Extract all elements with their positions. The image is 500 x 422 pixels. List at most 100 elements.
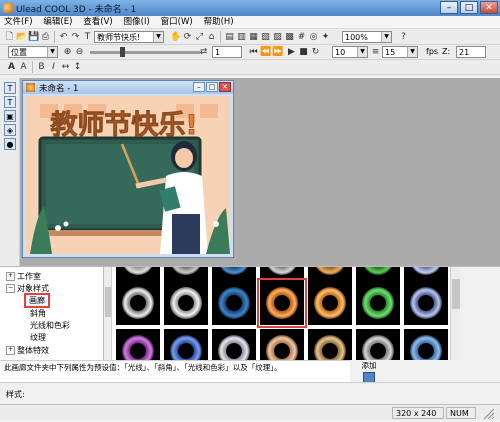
tree-node-global-effects[interactable]: + 整体特效 (6, 345, 49, 356)
grid-icon[interactable]: # (296, 32, 307, 43)
timeline-thumb[interactable] (120, 47, 125, 57)
align-right-icon[interactable]: ▩ (284, 32, 295, 43)
help-pointer-icon[interactable]: ? (398, 32, 409, 43)
gallery-thumb[interactable] (404, 267, 448, 281)
insert-object-icon[interactable]: ◈ (4, 124, 16, 136)
italic-icon[interactable]: I (48, 62, 59, 73)
gallery-thumb[interactable] (308, 329, 352, 360)
document-titlebar[interactable]: 未命名 - 1 – □ ✕ (23, 81, 233, 94)
menu-edit[interactable]: 编辑(E) (39, 16, 76, 29)
add-key-icon[interactable]: ⊕ (62, 47, 73, 58)
print-icon[interactable]: ⎙ (40, 32, 51, 43)
edit-text-icon[interactable]: T (4, 96, 16, 108)
gallery-thumb-selected[interactable] (257, 278, 307, 328)
timeline-slider[interactable] (90, 51, 200, 54)
reverse-icon[interactable]: ⇄ (198, 47, 209, 58)
gallery-thumb[interactable] (116, 281, 160, 325)
hand-tool-icon[interactable]: ✋ (170, 32, 181, 43)
menu-help[interactable]: 帮助(H) (200, 16, 238, 29)
gallery-thumb[interactable] (260, 329, 304, 360)
gallery-thumb[interactable] (308, 267, 352, 281)
next-frame-icon[interactable]: ⏩ (272, 47, 283, 58)
resize-tool-icon[interactable]: ⤢ (194, 32, 205, 43)
loop-icon[interactable]: ↻ (310, 47, 321, 58)
globe-icon[interactable]: ◎ (308, 32, 319, 43)
gallery-thumb[interactable] (356, 329, 400, 360)
doc-close-button[interactable]: ✕ (219, 82, 231, 92)
add-button[interactable]: 添加 (358, 360, 380, 383)
tree-expander[interactable]: + (6, 346, 15, 355)
tree-scrollbar[interactable] (104, 267, 112, 360)
align-center-icon[interactable]: ▨ (272, 32, 283, 43)
menu-view[interactable]: 查看(V) (79, 16, 116, 29)
fps-combo[interactable]: 15 ▼ (382, 46, 418, 58)
stop-icon[interactable]: ■ (298, 47, 309, 58)
gallery-thumb[interactable] (356, 267, 400, 281)
text-tool-icon[interactable]: T (82, 32, 93, 43)
tree-node-studio[interactable]: + 工作室 (6, 271, 41, 282)
align-top-icon[interactable]: ▤ (224, 32, 235, 43)
align-middle-icon[interactable]: ▥ (236, 32, 247, 43)
frame-field[interactable]: 1 (212, 46, 242, 58)
gallery-thumb[interactable] (212, 267, 256, 281)
align-left-icon[interactable]: ▧ (260, 32, 271, 43)
text-object-combo[interactable]: 教师节快乐! ▼ (94, 31, 164, 43)
rotate-tool-icon[interactable]: ⟳ (182, 32, 193, 43)
gallery-thumb[interactable] (404, 329, 448, 360)
insert-geometry-icon[interactable]: ● (4, 138, 16, 150)
document-window[interactable]: 未命名 - 1 – □ ✕ 教师节快乐! (22, 80, 234, 258)
spacing-icon[interactable]: ↔ (60, 62, 71, 73)
gallery-thumb[interactable] (308, 281, 352, 325)
menu-window[interactable]: 窗口(W) (157, 16, 197, 29)
tree-node-bevel[interactable]: 斜角 (30, 308, 46, 319)
bold-icon[interactable]: B (36, 62, 47, 73)
save-icon[interactable]: 💾 (28, 32, 39, 43)
tree-node-light-color[interactable]: 光线和色彩 (30, 320, 70, 331)
gallery-scrollbar[interactable] (450, 267, 460, 360)
text-bold-icon[interactable]: A (6, 62, 17, 73)
z-field[interactable]: 21 (456, 46, 486, 58)
menu-image[interactable]: 图像(I) (120, 16, 154, 29)
frame-list-icon[interactable]: ≡ (370, 47, 381, 58)
doc-minimize-button[interactable]: – (193, 82, 205, 92)
menu-file[interactable]: 文件(F) (0, 16, 37, 29)
gallery-thumb[interactable] (116, 267, 160, 281)
new-file-icon[interactable]: 🗋 (4, 32, 15, 43)
frames-combo[interactable]: 10 ▼ (332, 46, 368, 58)
gallery-thumb[interactable] (356, 281, 400, 325)
resize-grip-icon[interactable] (480, 408, 495, 420)
font-icon[interactable]: A (18, 62, 29, 73)
prev-frame-icon[interactable]: ⏪ (260, 47, 271, 58)
gallery-thumb[interactable] (212, 281, 256, 325)
redo-icon[interactable]: ↷ (70, 32, 81, 43)
first-frame-icon[interactable]: ⏮ (248, 47, 259, 58)
gallery-thumb[interactable] (116, 329, 160, 360)
undo-icon[interactable]: ↶ (58, 32, 69, 43)
gallery-thumb[interactable] (164, 281, 208, 325)
gallery-thumb[interactable] (260, 267, 304, 281)
tree-expander[interactable]: − (6, 284, 15, 293)
lightbulb-icon[interactable]: ✦ (320, 32, 331, 43)
tree-scroll-thumb[interactable] (105, 287, 111, 317)
attribute-combo[interactable]: 位置 ▼ (8, 46, 58, 58)
line-spacing-icon[interactable]: ↕ (72, 62, 83, 73)
tree-expander[interactable]: + (6, 272, 15, 281)
gallery-scroll-thumb[interactable] (452, 279, 460, 309)
open-folder-icon[interactable]: 📂 (16, 32, 27, 43)
tree-node-texture[interactable]: 纹理 (30, 332, 46, 343)
close-button[interactable]: ✕ (480, 1, 498, 14)
minimize-button[interactable]: – (440, 1, 458, 14)
gallery-thumb[interactable] (164, 267, 208, 281)
tree-node-gallery[interactable]: 画廊 (24, 293, 50, 308)
doc-maximize-button[interactable]: □ (206, 82, 218, 92)
render-canvas[interactable]: 教师节快乐! (26, 96, 230, 254)
maximize-button[interactable]: □ (460, 1, 478, 14)
gallery-thumb[interactable] (212, 329, 256, 360)
camera-icon[interactable]: ⌂ (206, 32, 217, 43)
insert-text-icon[interactable]: T (4, 82, 16, 94)
remove-key-icon[interactable]: ⊖ (74, 47, 85, 58)
zoom-combo[interactable]: 100% ▼ (342, 31, 392, 43)
gallery-thumb[interactable] (164, 329, 208, 360)
insert-shape-icon[interactable]: ▣ (4, 110, 16, 122)
gallery-thumb[interactable] (404, 281, 448, 325)
